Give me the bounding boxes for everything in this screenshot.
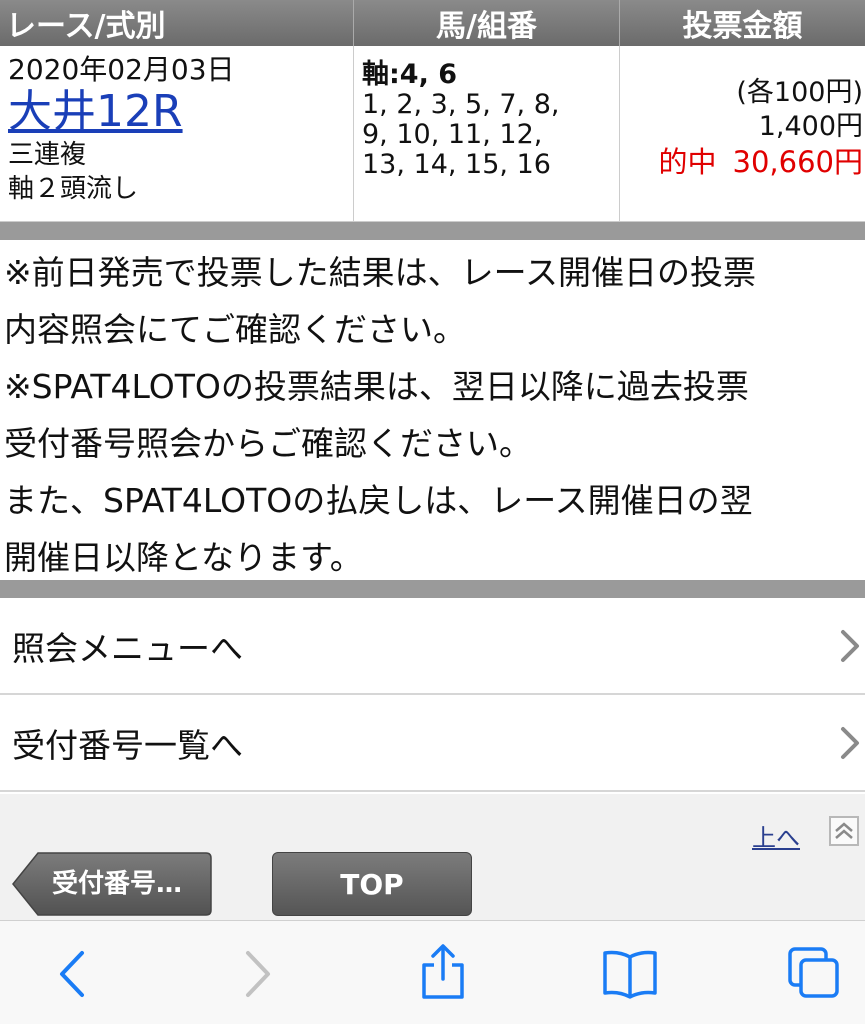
note-line: ※SPAT4LOTOの投票結果は、翌日以降に過去投票 (4, 367, 749, 406)
page: レース/式別 馬/組番 投票金額 2020年02月03日 大井12R 三連複 軸… (0, 0, 865, 1024)
note-line: 開催日以降となります。 (4, 538, 363, 577)
menu-item-inquiry[interactable]: 照会メニューへ (0, 598, 865, 695)
race-link[interactable]: 大井12R (8, 86, 353, 138)
footer-nav: 上へ 受付番号… TOP (0, 794, 865, 920)
top-button[interactable]: TOP (272, 852, 472, 916)
bet-type: 三連複 (8, 140, 87, 170)
combo-line: 1, 2, 3, 5, 7, 8, (362, 89, 560, 120)
race-cell: 2020年02月03日 大井12R 三連複 軸２頭流し (0, 46, 354, 221)
notes: ※前日発売で投票した結果は、レース開催日の投票 内容照会にてご確認ください。 ※… (4, 244, 864, 586)
back-button-label: 受付番号… (52, 869, 183, 899)
unit-amount: (各100円) (736, 77, 863, 108)
amount-cell: (各100円) 1,400円 的中 30,660円 (620, 46, 865, 221)
menu-item-label: 受付番号一覧へ (12, 725, 243, 765)
note-line: また、SPAT4LOTOの払戻しは、レース開催日の翌 (4, 481, 753, 520)
combo-cell: 軸:4, 6 1, 2, 3, 5, 7, 8, 9, 10, 11, 12, … (354, 46, 620, 221)
race-date: 2020年02月03日 (8, 53, 235, 86)
header-amount: 投票金額 (682, 9, 803, 44)
note-line: 受付番号照会からご確認ください。 (4, 424, 532, 463)
bookmarks-icon[interactable] (601, 949, 659, 999)
note-line: 内容照会にてご確認ください。 (4, 310, 466, 349)
to-top-link[interactable]: 上へ (752, 818, 800, 853)
double-chevron-up-icon[interactable] (829, 816, 859, 846)
combo-line: 9, 10, 11, 12, (362, 119, 543, 150)
bet-method: 軸２頭流し (8, 174, 139, 204)
separator-bar (0, 580, 865, 598)
back-to-receipt-button[interactable]: 受付番号… (12, 852, 212, 916)
back-arrow-icon[interactable] (56, 949, 88, 999)
header-race: レース/式別 (0, 0, 354, 46)
hit-amount: 30,660円 (732, 145, 863, 179)
forward-arrow-icon[interactable] (242, 949, 274, 999)
axis-horses: 軸:4, 6 (362, 59, 458, 90)
browser-toolbar (0, 920, 865, 1024)
menu-item-receipt-list[interactable]: 受付番号一覧へ (0, 695, 865, 792)
header-horse: 馬/組番 (354, 0, 620, 46)
menu-item-label: 照会メニューへ (12, 628, 243, 668)
hit-result: 的中 30,660円 (620, 144, 864, 180)
share-icon[interactable] (418, 943, 468, 1001)
note-line: ※前日発売で投票した結果は、レース開催日の投票 (4, 253, 757, 292)
separator-bar (0, 222, 865, 240)
chevron-right-icon (841, 629, 859, 662)
link-menu: 照会メニューへ 受付番号一覧へ (0, 598, 865, 792)
hit-label: 的中 (658, 145, 717, 179)
combo-line: 13, 14, 15, 16 (362, 149, 551, 180)
total-amount: 1,400円 (758, 111, 863, 142)
tabs-icon[interactable] (786, 945, 842, 1001)
table-row: 2020年02月03日 大井12R 三連複 軸２頭流し 軸:4, 6 1, 2,… (0, 46, 865, 222)
chevron-right-icon (841, 726, 859, 759)
bet-table: レース/式別 馬/組番 投票金額 2020年02月03日 大井12R 三連複 軸… (0, 0, 865, 222)
table-header: レース/式別 馬/組番 投票金額 (0, 0, 865, 46)
